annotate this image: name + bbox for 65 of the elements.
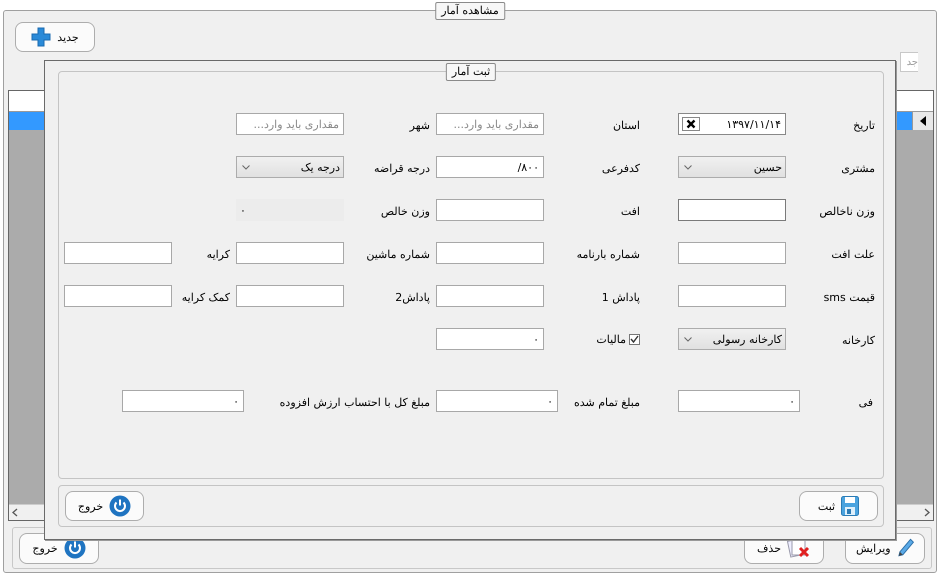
field-label: درجه قراضه <box>372 161 431 175</box>
input-field[interactable] <box>678 199 786 221</box>
date-field[interactable]: ۱۳۹۷/۱۱/۱۴ <box>678 113 786 135</box>
chevron-down-icon <box>684 164 692 170</box>
input-field[interactable] <box>64 242 172 264</box>
field-label: علت افت <box>830 247 876 261</box>
dropdown[interactable]: کارخانه رسولی <box>678 328 786 350</box>
field-label: استان <box>612 118 641 132</box>
input-field[interactable] <box>436 242 544 264</box>
readonly-field: ۰ <box>236 199 344 221</box>
input-field[interactable]: مقداری باید وارد... <box>236 113 344 135</box>
field-label: مبلغ تمام شده <box>572 395 641 409</box>
dropdown-value: حسین <box>754 160 782 174</box>
field-label: پاداش2 <box>394 290 431 304</box>
field-label: کمک کرایه <box>180 290 231 304</box>
input-field[interactable]: ۰ <box>122 390 244 412</box>
field-label: شماره ماشین <box>365 247 431 261</box>
field-label: شماره بارنامه <box>576 247 641 261</box>
checkbox[interactable] <box>629 334 640 344</box>
input-field[interactable] <box>236 242 344 264</box>
save-button[interactable]: ثبت <box>799 491 878 521</box>
input-field[interactable] <box>436 199 544 221</box>
dialog-title: ثبت آمار <box>446 63 496 81</box>
field-label: فی <box>858 395 874 409</box>
scroll-left-icon <box>12 508 18 517</box>
field-label: شهر <box>408 118 431 132</box>
checkbox-label: مالیات <box>596 332 626 346</box>
date-value: ۱۳۹۷/۱۱/۱۴ <box>726 118 781 130</box>
new-button[interactable]: جدید <box>15 22 95 52</box>
clear-icon <box>686 119 696 129</box>
input-field[interactable] <box>236 285 344 307</box>
plus-icon <box>31 27 52 47</box>
input-field[interactable] <box>64 285 172 307</box>
field-label: کدفرعی <box>600 161 641 175</box>
current-row-icon <box>920 116 926 126</box>
scroll-right-icon <box>924 508 930 517</box>
dropdown-value: کارخانه رسولی <box>712 332 782 346</box>
chevron-down-icon <box>242 164 250 170</box>
field-label: کارخانه <box>840 333 876 347</box>
field-label: تاریخ <box>852 118 876 132</box>
field-label: قیمت sms <box>822 290 876 304</box>
field-label: وزن ناخالص <box>818 204 876 218</box>
field-label: افت <box>620 204 641 218</box>
check-icon <box>630 335 639 343</box>
input-field[interactable] <box>436 285 544 307</box>
field-label: وزن خالص <box>380 204 431 218</box>
dropdown-value: درجه یک <box>300 160 340 174</box>
input-field[interactable]: /۸۰۰ <box>436 156 544 178</box>
window-title: مشاهده آمار <box>435 2 505 20</box>
input-field[interactable]: مقداری باید وارد... <box>436 113 544 135</box>
input-field[interactable]: ۰ <box>678 390 800 412</box>
input-field[interactable]: ۰ <box>436 328 544 350</box>
input-field[interactable] <box>678 242 786 264</box>
field-label: پاداش 1 <box>600 290 641 304</box>
power-icon <box>109 495 132 517</box>
field-label: مبلغ کل با احتساب ارزش افزوده <box>278 395 431 409</box>
input-field[interactable]: ۰ <box>436 390 558 412</box>
input-field[interactable] <box>678 285 786 307</box>
dropdown[interactable]: درجه یک <box>236 156 344 178</box>
exit-button[interactable]: خروج <box>65 491 144 521</box>
chevron-down-icon <box>684 336 692 342</box>
dropdown[interactable]: حسین <box>678 156 786 178</box>
field-label: مشتری <box>840 161 876 175</box>
field-label: کرایه <box>206 247 231 261</box>
pencil-icon <box>896 538 914 558</box>
